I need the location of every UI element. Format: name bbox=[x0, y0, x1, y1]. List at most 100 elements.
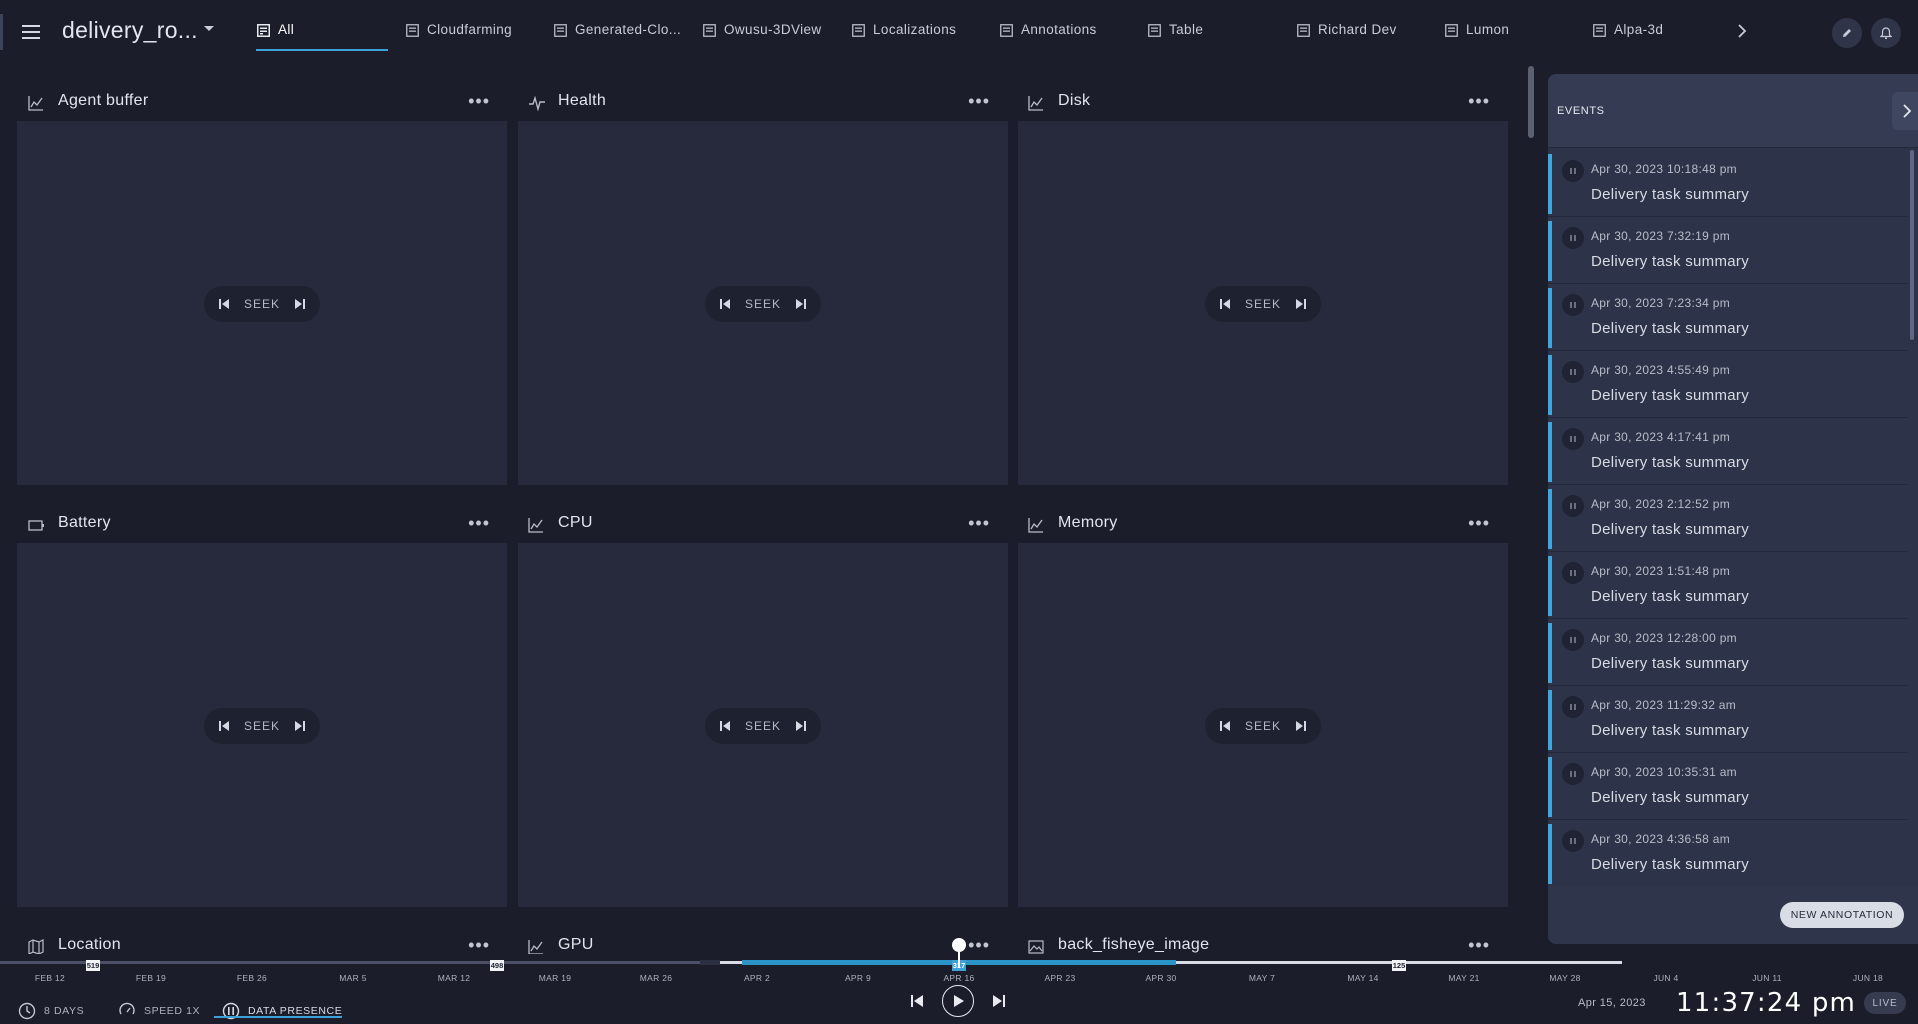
event-time: Apr 30, 2023 4:55:49 pm bbox=[1591, 363, 1730, 377]
battery-icon bbox=[28, 517, 46, 533]
event-item[interactable]: Apr 30, 2023 4:17:41 pm Delivery task su… bbox=[1548, 418, 1908, 485]
seek-next-icon[interactable] bbox=[294, 720, 306, 732]
event-item[interactable]: Apr 30, 2023 10:35:31 am Delivery task s… bbox=[1548, 753, 1908, 820]
tab-richard-dev[interactable]: Richard Dev bbox=[1297, 22, 1397, 50]
timeline-date-label: MAY 7 bbox=[1248, 973, 1276, 983]
live-button[interactable]: LIVE bbox=[1864, 992, 1906, 1014]
event-item[interactable]: Apr 30, 2023 10:18:48 pm Delivery task s… bbox=[1548, 150, 1908, 217]
event-item[interactable]: Apr 30, 2023 12:28:00 pm Delivery task s… bbox=[1548, 619, 1908, 686]
speed-button[interactable]: SPEED 1X bbox=[118, 998, 200, 1024]
event-title: Delivery task summary bbox=[1591, 588, 1749, 605]
event-item[interactable]: Apr 30, 2023 4:36:58 am Delivery task su… bbox=[1548, 820, 1908, 887]
line-chart-icon bbox=[528, 939, 544, 955]
event-title: Delivery task summary bbox=[1591, 521, 1749, 538]
event-item[interactable]: Apr 30, 2023 11:29:32 am Delivery task s… bbox=[1548, 686, 1908, 753]
active-tab-indicator bbox=[256, 49, 388, 51]
tab-lumon[interactable]: Lumon bbox=[1445, 22, 1509, 50]
seek-next-icon[interactable] bbox=[1295, 298, 1307, 310]
annotation-icon bbox=[1562, 294, 1584, 316]
tab-annotations[interactable]: Annotations bbox=[1000, 22, 1097, 50]
panel-battery: SEEK bbox=[17, 543, 507, 907]
event-color-bar bbox=[1548, 489, 1552, 549]
collapse-events-button[interactable] bbox=[1892, 92, 1918, 130]
seek-label: SEEK bbox=[744, 719, 781, 733]
tab-cloudfarming[interactable]: Cloudfarming bbox=[406, 22, 512, 50]
annotation-icon bbox=[1562, 763, 1584, 785]
seek-next-icon[interactable] bbox=[795, 298, 807, 310]
seek-previous-icon[interactable] bbox=[719, 298, 731, 310]
seek-next-icon[interactable] bbox=[294, 298, 306, 310]
dashboard-icon bbox=[554, 24, 567, 37]
event-item[interactable]: Apr 30, 2023 4:55:49 pm Delivery task su… bbox=[1548, 351, 1908, 418]
timeline-date-label: FEB 19 bbox=[135, 973, 167, 983]
notifications-button[interactable] bbox=[1871, 18, 1901, 48]
edit-layout-button[interactable] bbox=[1832, 18, 1862, 48]
timeline-date-label: MAR 19 bbox=[538, 973, 572, 983]
timeline-date-label: JUN 18 bbox=[1852, 973, 1884, 983]
more-options-icon[interactable]: ••• bbox=[968, 514, 990, 532]
event-item[interactable]: Apr 30, 2023 1:51:48 pm Delivery task su… bbox=[1548, 552, 1908, 619]
more-options-icon[interactable]: ••• bbox=[468, 936, 490, 954]
speed-label: SPEED 1X bbox=[144, 1005, 201, 1017]
tab-label: Generated-Clo... bbox=[575, 22, 682, 37]
play-button[interactable] bbox=[942, 985, 974, 1017]
more-options-icon[interactable]: ••• bbox=[1468, 92, 1490, 110]
skip-back-icon[interactable] bbox=[910, 994, 924, 1008]
top-bar: delivery_ro... All Cloudfarming Generate… bbox=[0, 0, 1918, 64]
tab-generated-cloud[interactable]: Generated-Clo... bbox=[554, 22, 681, 50]
seek-previous-icon[interactable] bbox=[1219, 298, 1231, 310]
seek-previous-icon[interactable] bbox=[719, 720, 731, 732]
more-options-icon[interactable]: ••• bbox=[1468, 936, 1490, 954]
dashboard-icon bbox=[1148, 24, 1161, 37]
events-scrollbar[interactable] bbox=[1910, 150, 1914, 340]
chevron-right-icon[interactable] bbox=[1736, 22, 1748, 40]
speed-icon bbox=[118, 1002, 136, 1020]
event-title: Delivery task summary bbox=[1591, 655, 1749, 672]
panel-title: GPU bbox=[558, 936, 594, 953]
seek-previous-icon[interactable] bbox=[218, 720, 230, 732]
hamburger-menu-icon[interactable] bbox=[18, 20, 44, 44]
event-color-bar bbox=[1548, 154, 1552, 214]
seek-next-icon[interactable] bbox=[1295, 720, 1307, 732]
tab-owusu-3dview[interactable]: Owusu-3DView bbox=[703, 22, 822, 50]
skip-forward-icon[interactable] bbox=[992, 994, 1006, 1008]
more-options-icon[interactable]: ••• bbox=[968, 92, 990, 110]
caret-down-icon[interactable] bbox=[203, 25, 215, 33]
event-color-bar bbox=[1548, 824, 1552, 884]
annotation-icon bbox=[1562, 160, 1584, 182]
panel-title: CPU bbox=[558, 514, 593, 531]
event-color-bar bbox=[1548, 623, 1552, 683]
tab-all[interactable]: All bbox=[257, 22, 294, 50]
more-options-icon[interactable]: ••• bbox=[968, 936, 990, 954]
time-window-button[interactable]: 8 DAYS bbox=[18, 998, 84, 1024]
event-item[interactable]: Apr 30, 2023 7:32:19 pm Delivery task su… bbox=[1548, 217, 1908, 284]
more-options-icon[interactable]: ••• bbox=[1468, 514, 1490, 532]
main-scrollbar[interactable] bbox=[1528, 66, 1534, 138]
tab-label: All bbox=[278, 22, 295, 37]
events-footer: NEW ANNOTATION bbox=[1548, 886, 1918, 944]
layout-title[interactable]: delivery_ro... bbox=[62, 17, 198, 44]
event-item[interactable]: Apr 30, 2023 7:23:34 pm Delivery task su… bbox=[1548, 284, 1908, 351]
seek-next-icon[interactable] bbox=[795, 720, 807, 732]
playhead-handle[interactable] bbox=[952, 938, 966, 952]
event-color-bar bbox=[1548, 221, 1552, 281]
seek-previous-icon[interactable] bbox=[1219, 720, 1231, 732]
annotation-icon bbox=[1562, 361, 1584, 383]
new-annotation-button[interactable]: NEW ANNOTATION bbox=[1780, 902, 1904, 928]
clock-icon bbox=[18, 1002, 36, 1020]
panel-header-battery: Battery ••• bbox=[18, 510, 508, 540]
timeline-count-marker: 519 bbox=[86, 960, 100, 971]
tab-localizations[interactable]: Localizations bbox=[852, 22, 956, 50]
data-presence-button[interactable]: DATA PRESENCE bbox=[222, 998, 342, 1024]
health-pulse-icon bbox=[528, 95, 546, 111]
current-time: 11:37:24 pm bbox=[1676, 988, 1857, 1018]
more-options-icon[interactable]: ••• bbox=[468, 514, 490, 532]
bell-icon bbox=[1880, 26, 1892, 40]
seek-previous-icon[interactable] bbox=[218, 298, 230, 310]
tab-table[interactable]: Table bbox=[1148, 22, 1203, 50]
tab-label: Lumon bbox=[1466, 22, 1510, 37]
tab-alpa-3d[interactable]: Alpa-3d bbox=[1593, 22, 1663, 50]
event-item[interactable]: Apr 30, 2023 2:12:52 pm Delivery task su… bbox=[1548, 485, 1908, 552]
more-options-icon[interactable]: ••• bbox=[468, 92, 490, 110]
event-color-bar bbox=[1548, 422, 1552, 482]
